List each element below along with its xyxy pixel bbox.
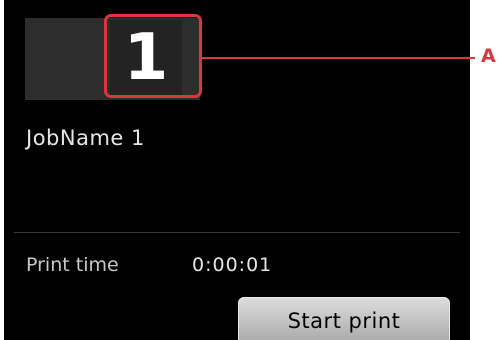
callout-line	[199, 57, 475, 59]
callout-label: A	[481, 45, 496, 67]
printer-touch-screen: 1 JobName 1 Print time 0:00:01 Start pri…	[4, 0, 470, 340]
job-name: JobName 1	[26, 126, 145, 150]
divider	[14, 232, 460, 233]
job-number-highlight	[104, 14, 202, 98]
print-time-value: 0:00:01	[192, 254, 273, 276]
start-print-button[interactable]: Start print	[238, 297, 450, 340]
print-time-label: Print time	[26, 254, 119, 276]
